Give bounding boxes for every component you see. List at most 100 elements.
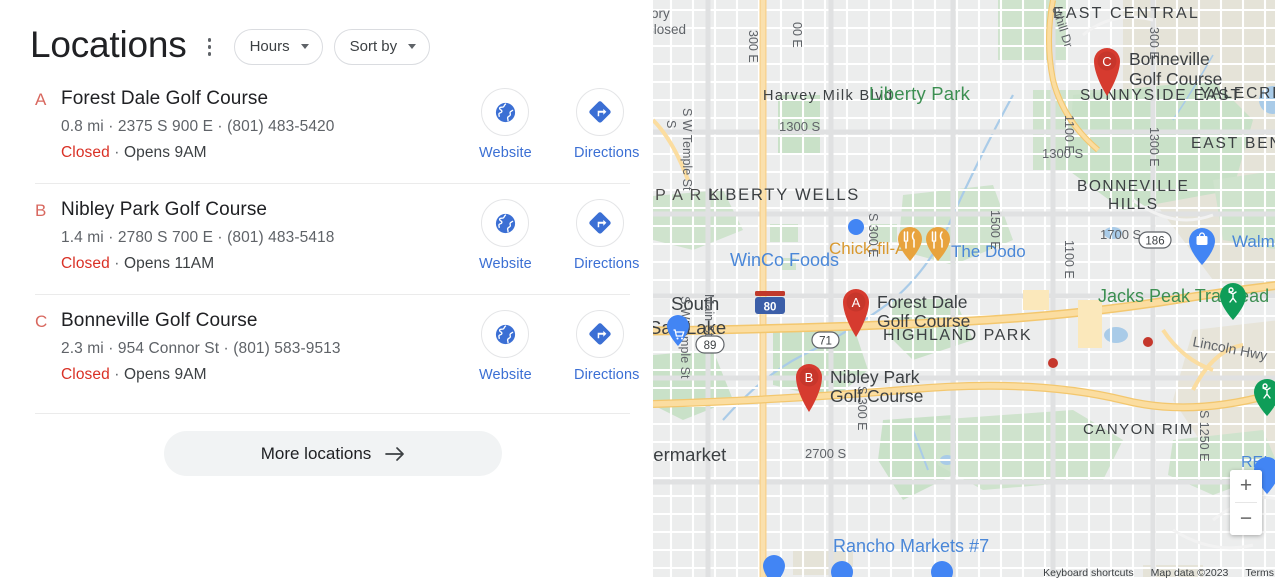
svg-text:EAST BENCH: EAST BENCH <box>1191 135 1280 152</box>
sort-by-chip-label: Sort by <box>349 38 398 55</box>
location-status: Closed · Opens 9AM <box>61 366 207 383</box>
location-actions: Website Directions <box>479 308 653 387</box>
svg-text:1700 S: 1700 S <box>1100 227 1142 242</box>
globe-icon <box>495 213 515 233</box>
hours-chip-label: Hours <box>249 38 290 55</box>
map-panel[interactable]: ory closed Harvey Milk Blvd . P A R K EA… <box>653 0 1280 583</box>
directions-label: Directions <box>574 256 640 272</box>
list-footer: More locations <box>0 413 653 487</box>
svg-text:S: S <box>664 120 678 128</box>
svg-text:1500 E: 1500 E <box>988 210 1002 250</box>
locations-panel: Locations Hours Sort by A Forest Dale Go… <box>0 0 653 583</box>
svg-text:00 E: 00 E <box>790 22 804 48</box>
svg-text:1100 E: 1100 E <box>1062 115 1076 154</box>
more-vert-icon[interactable] <box>197 30 223 64</box>
svg-text:BONNEVILLE: BONNEVILLE <box>1077 178 1189 195</box>
location-status: Closed · Opens 9AM <box>61 144 207 161</box>
panel-header: Locations Hours Sort by <box>0 0 653 72</box>
location-name[interactable]: Forest Dale Golf Course <box>61 86 471 112</box>
svg-text:S 300 E: S 300 E <box>866 213 880 257</box>
map-data-text: Map data ©2023 <box>1150 567 1229 579</box>
svg-text:71: 71 <box>819 336 832 348</box>
svg-text:LIBERTY WELLS: LIBERTY WELLS <box>708 186 860 204</box>
arrow-right-icon <box>385 446 405 461</box>
location-name[interactable]: Nibley Park Golf Course <box>61 197 471 223</box>
location-meta: 1.4 mi · 2780 S 700 E · (801) 483-5418 <box>61 229 335 246</box>
list-item[interactable]: C Bonneville Golf Course 2.3 mi · 954 Co… <box>0 294 653 405</box>
website-label: Website <box>479 256 532 272</box>
globe-icon <box>495 102 515 122</box>
svg-text:Liberty Park: Liberty Park <box>869 83 971 104</box>
directions-button-circle <box>576 310 624 358</box>
svg-text:S 1250 E: S 1250 E <box>1197 410 1211 461</box>
directions-button[interactable]: Directions <box>574 88 640 165</box>
keyboard-shortcuts-link[interactable]: Keyboard shortcuts <box>1043 567 1133 579</box>
list-item[interactable]: A Forest Dale Golf Course 0.8 mi · 2375 … <box>0 72 653 183</box>
svg-text:EAST CENTRAL: EAST CENTRAL <box>1053 5 1200 22</box>
website-button-circle <box>481 199 529 247</box>
svg-text:1300 S: 1300 S <box>779 119 821 134</box>
svg-text:Golf Course: Golf Course <box>877 311 970 331</box>
status-badge: Closed <box>61 366 110 383</box>
website-button[interactable]: Website <box>479 88 532 165</box>
website-button[interactable]: Website <box>479 199 532 276</box>
svg-text:permarket: permarket <box>653 444 726 465</box>
location-name[interactable]: Bonneville Golf Course <box>61 308 471 334</box>
terms-link[interactable]: Terms <box>1245 567 1274 579</box>
svg-text:Golf Course: Golf Course <box>1129 69 1222 89</box>
website-button[interactable]: Website <box>479 310 532 387</box>
zoom-in-button[interactable]: + <box>1230 470 1262 502</box>
website-button-circle <box>481 310 529 358</box>
hours-filter-chip[interactable]: Hours <box>233 28 323 65</box>
svg-text:HILLS: HILLS <box>1108 196 1159 213</box>
svg-text:WinCo Foods: WinCo Foods <box>730 250 839 270</box>
svg-text:S W Temple St: S W Temple St <box>680 108 694 191</box>
status-badge: Closed <box>61 255 110 272</box>
location-info: Bonneville Golf Course 2.3 mi · 954 Conn… <box>61 308 479 387</box>
svg-text:89: 89 <box>704 340 717 352</box>
opens-text: Opens 11AM <box>123 255 215 272</box>
location-info: Nibley Park Golf Course 1.4 mi · 2780 S … <box>61 197 479 276</box>
directions-label: Directions <box>574 367 640 383</box>
locations-list: A Forest Dale Golf Course 0.8 mi · 2375 … <box>0 72 653 487</box>
opens-text: Opens 9AM <box>123 144 207 161</box>
svg-text:Rancho Markets #7: Rancho Markets #7 <box>833 536 989 556</box>
svg-text:Bonneville: Bonneville <box>1129 49 1210 69</box>
more-locations-button[interactable]: More locations <box>164 431 502 476</box>
globe-icon <box>495 324 515 344</box>
svg-text:300 E: 300 E <box>746 30 760 63</box>
location-actions: Website Directions <box>479 86 653 165</box>
svg-text:Main St: Main St <box>702 294 716 337</box>
location-actions: Website Directions <box>479 197 653 276</box>
directions-diamond-icon <box>589 212 611 234</box>
sort-by-chip[interactable]: Sort by <box>333 28 431 65</box>
directions-button[interactable]: Directions <box>574 310 640 387</box>
zoom-out-button[interactable]: − <box>1230 503 1262 535</box>
map-attribution: Keyboard shortcuts Map data ©2023 Terms <box>1043 567 1274 579</box>
page-title: Locations <box>30 24 187 65</box>
list-item[interactable]: B Nibley Park Golf Course 1.4 mi · 2780 … <box>0 183 653 294</box>
status-badge: Closed <box>61 144 110 161</box>
location-info: Forest Dale Golf Course 0.8 mi · 2375 S … <box>61 86 479 165</box>
more-locations-label: More locations <box>260 443 372 463</box>
svg-text:closed: closed <box>653 22 686 37</box>
website-label: Website <box>479 145 532 161</box>
svg-text:Walmart Supercenter: Walmart Supercenter <box>1232 232 1280 251</box>
directions-button[interactable]: Directions <box>574 199 640 276</box>
map-canvas[interactable]: ory closed Harvey Milk Blvd . P A R K EA… <box>653 0 1280 583</box>
locations-page: Locations Hours Sort by A Forest Dale Go… <box>0 0 1280 583</box>
location-marker-letter: C <box>35 312 48 331</box>
directions-button-circle <box>576 199 624 247</box>
chevron-down-icon <box>300 44 309 49</box>
location-marker-letter: B <box>35 201 47 220</box>
directions-diamond-icon <box>589 323 611 345</box>
directions-label: Directions <box>574 145 640 161</box>
svg-text:CANYON RIM: CANYON RIM <box>1083 421 1194 438</box>
svg-text:C: C <box>1102 54 1111 69</box>
svg-text:ory: ory <box>653 6 670 21</box>
location-status: Closed · Opens 11AM <box>61 255 215 272</box>
svg-text:80: 80 <box>764 302 777 314</box>
map-zoom-controls[interactable]: + − <box>1230 470 1262 535</box>
opens-text: Opens 9AM <box>123 366 207 383</box>
svg-text:186: 186 <box>1145 236 1164 248</box>
